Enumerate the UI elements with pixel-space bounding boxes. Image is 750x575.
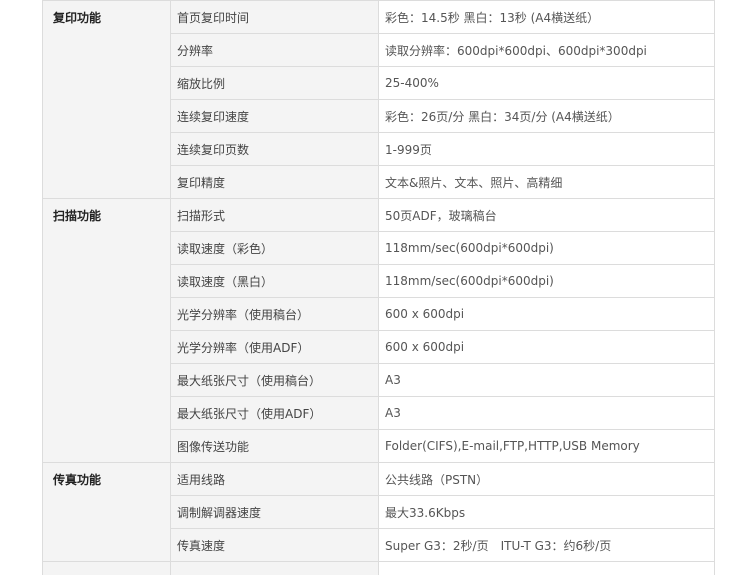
spec-value: Folder(CIFS),E-mail,FTP,HTTP,USB Memory xyxy=(379,430,715,463)
spec-value: Super G3：2秒/页 ITU-T G3：约6秒/页 xyxy=(379,529,715,562)
spec-value: 118mm/sec(600dpi*600dpi) xyxy=(379,265,715,298)
spec-label: 最大纸张尺寸（使用稿台） xyxy=(171,364,379,397)
spec-label: 读取速度（彩色） xyxy=(171,232,379,265)
spec-value: 600 x 600dpi xyxy=(379,331,715,364)
spec-label: 适用线路 xyxy=(171,463,379,496)
spec-label: 光学分辨率（使用ADF） xyxy=(171,331,379,364)
spec-value: 118mm/sec(600dpi*600dpi) xyxy=(379,232,715,265)
spec-row: 传真功能适用线路公共线路（PSTN） xyxy=(43,463,715,496)
spec-value: 文本&照片、文本、照片、高精细 xyxy=(379,166,715,199)
spec-label: 读取速度（黑白） xyxy=(171,265,379,298)
spec-label: 图像传送功能 xyxy=(171,430,379,463)
spec-label: 最大纸张尺寸（使用ADF） xyxy=(171,397,379,430)
spec-value: A3 xyxy=(379,397,715,430)
next-row-edge xyxy=(43,562,715,575)
spec-value: 1-999页 xyxy=(379,133,715,166)
spec-label: 传真速度 xyxy=(171,529,379,562)
spec-label: 分辨率 xyxy=(171,34,379,67)
spec-label: 调制解调器速度 xyxy=(171,496,379,529)
spec-label: 缩放比例 xyxy=(171,67,379,100)
spec-value: A3 xyxy=(379,364,715,397)
spec-value: 最大33.6Kbps xyxy=(379,496,715,529)
spec-table: 复印功能首页复印时间彩色：14.5秒 黑白：13秒 (A4横送纸）分辨率读取分辨… xyxy=(42,0,715,575)
table-cell-edge xyxy=(171,562,379,575)
spec-label: 连续复印速度 xyxy=(171,100,379,133)
category-label: 复印功能 xyxy=(43,1,171,199)
spec-table-body: 复印功能首页复印时间彩色：14.5秒 黑白：13秒 (A4横送纸）分辨率读取分辨… xyxy=(43,1,715,575)
spec-row: 复印功能首页复印时间彩色：14.5秒 黑白：13秒 (A4横送纸） xyxy=(43,1,715,34)
spec-value: 读取分辨率：600dpi*600dpi、600dpi*300dpi xyxy=(379,34,715,67)
spec-label: 扫描形式 xyxy=(171,199,379,232)
spec-value: 彩色：14.5秒 黑白：13秒 (A4横送纸） xyxy=(379,1,715,34)
spec-label: 光学分辨率（使用稿台） xyxy=(171,298,379,331)
category-label: 扫描功能 xyxy=(43,199,171,463)
spec-value: 25-400% xyxy=(379,67,715,100)
category-label: 传真功能 xyxy=(43,463,171,562)
spec-label: 复印精度 xyxy=(171,166,379,199)
spec-value: 彩色：26页/分 黑白：34页/分 (A4横送纸） xyxy=(379,100,715,133)
table-cell-edge xyxy=(43,562,171,575)
spec-row: 扫描功能扫描形式50页ADF，玻璃稿台 xyxy=(43,199,715,232)
spec-value: 公共线路（PSTN） xyxy=(379,463,715,496)
table-cell-edge xyxy=(379,562,715,575)
spec-label: 首页复印时间 xyxy=(171,1,379,34)
spec-label: 连续复印页数 xyxy=(171,133,379,166)
spec-value: 600 x 600dpi xyxy=(379,298,715,331)
spec-value: 50页ADF，玻璃稿台 xyxy=(379,199,715,232)
